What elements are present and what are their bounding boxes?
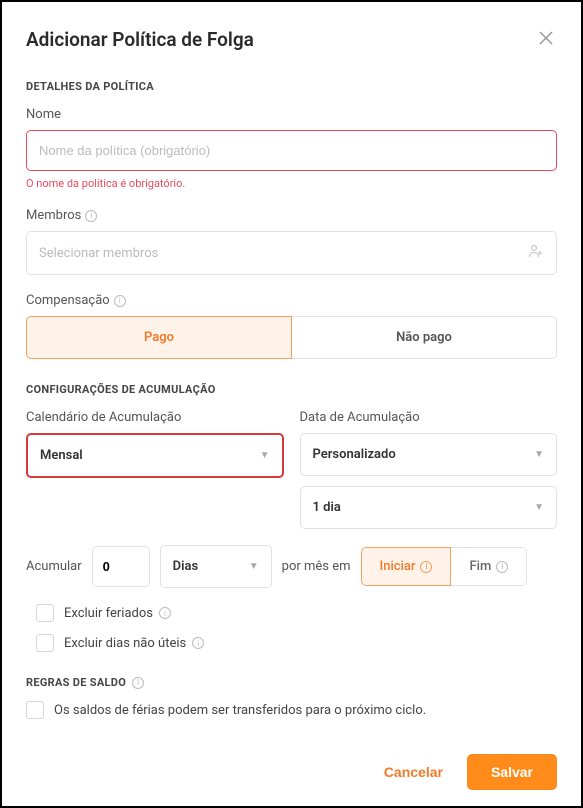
name-error: O nome da política é obrigatório.: [26, 177, 557, 190]
members-select[interactable]: Selecionar membros: [26, 231, 557, 275]
chevron-down-icon: ▼: [534, 502, 544, 513]
accrual-schedule-label: Calendário de Acumulação: [26, 410, 284, 425]
modal-title: Adicionar Política de Folga: [26, 28, 254, 51]
info-icon[interactable]: i: [85, 210, 97, 222]
carryforward-checkbox[interactable]: [26, 701, 44, 719]
members-label: Membros i: [26, 208, 557, 223]
info-icon: i: [420, 561, 432, 573]
close-icon: [539, 29, 553, 49]
unpaid-toggle[interactable]: Não pago: [292, 316, 557, 359]
members-placeholder: Selecionar membros: [39, 246, 158, 261]
add-person-icon: [528, 244, 544, 262]
exclude-nonworking-label: Excluir dias não úteis i: [64, 636, 204, 651]
end-toggle[interactable]: Fim i: [451, 547, 527, 586]
paid-toggle[interactable]: Pago: [26, 316, 292, 359]
accrue-unit-select[interactable]: Dias ▼: [160, 545, 272, 588]
info-icon[interactable]: i: [159, 607, 171, 619]
name-label: Nome: [26, 107, 557, 122]
chevron-down-icon: ▼: [260, 450, 270, 461]
accrue-amount-input[interactable]: [92, 546, 150, 587]
accrual-config-heading: CONFIGURAÇÕES DE ACUMULAÇÃO: [26, 383, 557, 396]
name-input[interactable]: [26, 130, 557, 171]
accrual-date-label: Data de Acumulação: [300, 410, 558, 425]
info-icon[interactable]: i: [114, 295, 126, 307]
accrual-day-select[interactable]: 1 dia ▼: [300, 486, 558, 529]
balance-rules-heading: REGRAS DE SALDO: [26, 676, 126, 689]
accrual-date-select[interactable]: Personalizado ▼: [300, 433, 558, 476]
save-button[interactable]: Salvar: [467, 754, 557, 790]
cancel-button[interactable]: Cancelar: [376, 754, 451, 790]
accrual-schedule-select[interactable]: Mensal ▼: [26, 433, 284, 478]
info-icon[interactable]: i: [192, 637, 204, 649]
chevron-down-icon: ▼: [249, 561, 259, 572]
per-month-label: por mês em: [282, 559, 351, 574]
start-toggle[interactable]: Iniciar i: [361, 547, 452, 586]
close-button[interactable]: [535, 26, 557, 52]
policy-details-heading: DETALHES DA POLÍTICA: [26, 80, 557, 93]
chevron-down-icon: ▼: [534, 449, 544, 460]
carryforward-label: Os saldos de férias podem ser transferid…: [54, 703, 426, 718]
info-icon[interactable]: i: [132, 677, 144, 689]
info-icon: i: [496, 561, 508, 573]
exclude-holidays-checkbox[interactable]: [36, 604, 54, 622]
exclude-nonworking-checkbox[interactable]: [36, 634, 54, 652]
exclude-holidays-label: Excluir feriados i: [64, 606, 171, 621]
compensation-label: Compensação i: [26, 293, 557, 308]
accrue-label: Acumular: [26, 559, 82, 574]
